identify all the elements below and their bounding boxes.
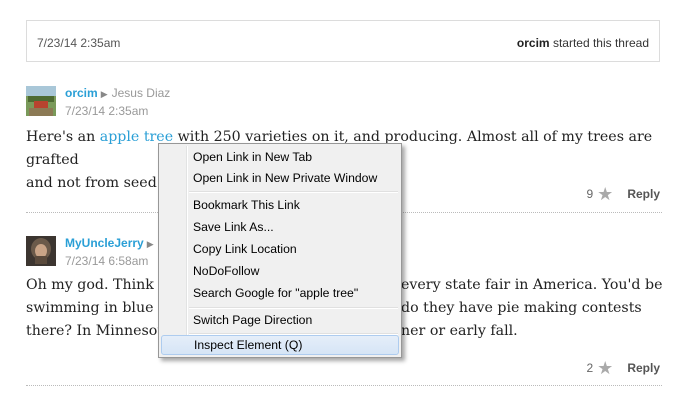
comment-text: every state fair in America. You'd be (401, 277, 663, 293)
reply-button[interactable]: Reply (627, 361, 660, 375)
comment-meta: MyUncleJerry▶o 7/23/14 6:58am (65, 236, 164, 269)
menu-item-bookmark-link[interactable]: Bookmark This Link (161, 195, 399, 215)
author-name[interactable]: MyUncleJerry (65, 236, 144, 250)
comment-time[interactable]: 7/23/14 2:35am (65, 104, 170, 119)
comment-text: and not from seed. O (26, 175, 178, 191)
author-name[interactable]: orcim (65, 86, 98, 100)
thread-timestamp: 7/23/14 2:35am (37, 36, 121, 50)
triangle-right-icon: ▶ (100, 89, 108, 99)
star-count: 2 (586, 361, 594, 375)
comment-actions: 2 ★ Reply (586, 358, 660, 379)
thread-header: 7/23/14 2:35am orcim started this thread (26, 20, 660, 62)
comment-time[interactable]: 7/23/14 6:58am (65, 254, 164, 269)
divider (26, 385, 662, 386)
reply-button[interactable]: Reply (627, 187, 660, 201)
star-icon[interactable]: ★ (597, 358, 613, 378)
comment-meta: orcim ▶ Jesus Diaz 7/23/14 2:35am (65, 86, 170, 119)
comment-text: ner or early fall. (401, 323, 518, 339)
comment-text: Here's an (26, 129, 100, 145)
reply-to-name[interactable]: Jesus Diaz (112, 86, 171, 100)
menu-item-save-link[interactable]: Save Link As... (161, 217, 399, 237)
comment-text: Oh my god. Think o (26, 277, 167, 293)
menu-item-switch-direction[interactable]: Switch Page Direction (161, 310, 399, 330)
comment-text: swimming in blue ri (26, 300, 170, 316)
menu-item-search-google[interactable]: Search Google for "apple tree" (161, 283, 399, 303)
thread-starter: orcim started this thread (517, 36, 649, 50)
menu-item-nodofollow[interactable]: NoDoFollow (161, 261, 399, 281)
menu-item-open-new-tab[interactable]: Open Link in New Tab (161, 147, 399, 167)
context-menu: Open Link in New Tab Open Link in New Pr… (158, 143, 402, 358)
avatar[interactable] (26, 236, 56, 266)
menu-item-copy-link[interactable]: Copy Link Location (161, 239, 399, 259)
menu-item-inspect-element[interactable]: Inspect Element (Q) (161, 335, 399, 355)
avatar[interactable] (26, 86, 56, 116)
thread-starter-name[interactable]: orcim (517, 36, 550, 50)
comment-text: do they have pie making contests (401, 300, 642, 316)
star-count: 9 (586, 187, 594, 201)
menu-separator (189, 307, 398, 309)
comment-text: there? In Minnesota (26, 323, 172, 339)
comment-actions: 9 ★ Reply (586, 184, 660, 205)
star-icon[interactable]: ★ (597, 184, 613, 204)
menu-separator (189, 191, 398, 193)
thread-starter-suffix: started this thread (549, 36, 649, 50)
menu-item-open-private-window[interactable]: Open Link in New Private Window (161, 168, 399, 188)
triangle-right-icon: ▶ (146, 239, 154, 249)
